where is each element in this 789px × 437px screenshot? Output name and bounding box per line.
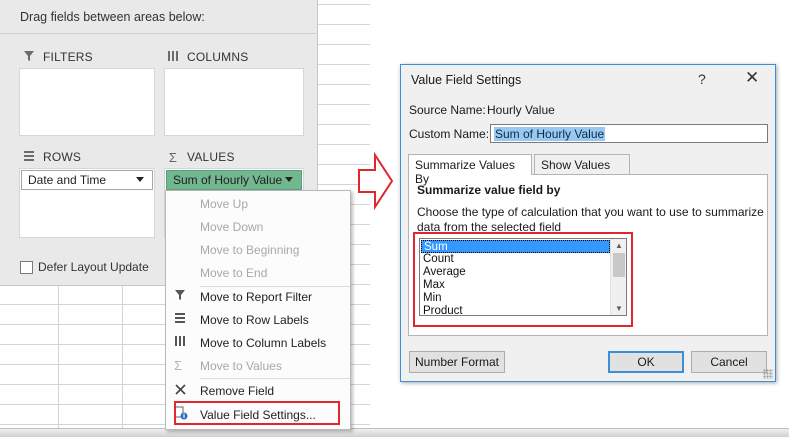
columns-label: COLUMNS — [187, 50, 249, 64]
chevron-down-icon[interactable] — [136, 177, 144, 182]
close-icon[interactable]: ✕ — [745, 68, 759, 88]
columns-icon — [164, 50, 182, 65]
rows-label: ROWS — [43, 150, 82, 164]
value-field-context-menu: Move Up Move Down Move to Beginning Move… — [165, 190, 351, 430]
menu-move-to-end[interactable]: Move to End — [166, 261, 350, 284]
rows-area-title: ROWS — [20, 148, 81, 166]
columns-drop-area[interactable] — [164, 68, 304, 136]
resize-grip[interactable] — [763, 369, 773, 379]
tab-summarize-values-by[interactable]: Summarize Values By — [408, 154, 532, 186]
defer-layout-checkbox[interactable] — [20, 261, 33, 274]
menu-move-to-beginning[interactable]: Move to Beginning — [166, 238, 350, 261]
filter-icon — [166, 289, 192, 304]
row-field-label: Date and Time — [28, 173, 107, 187]
sigma-icon: Σ — [168, 149, 178, 165]
menu-remove-field[interactable]: Remove Field — [166, 379, 350, 402]
menu-move-down[interactable]: Move Down — [166, 215, 350, 238]
filters-label: FILTERS — [43, 50, 93, 64]
menu-move-up[interactable]: Move Up — [166, 192, 350, 215]
value-field-chip[interactable]: Sum of Hourly Value — [166, 170, 302, 190]
menu-move-to-column-labels[interactable]: Move to Column Labels — [166, 331, 350, 354]
menu-move-to-values[interactable]: Σ Move to Values — [166, 354, 350, 377]
columns-area-title: COLUMNS — [164, 48, 248, 66]
arrow-right-icon — [358, 152, 394, 210]
sigma-icon: Σ — [174, 358, 183, 373]
menu-move-to-row-labels[interactable]: Move to Row Labels — [166, 308, 350, 331]
source-name-label: Source Name: — [409, 103, 486, 117]
number-format-button[interactable]: Number Format — [409, 351, 505, 373]
custom-name-value: Sum of Hourly Value — [494, 127, 606, 141]
sheet-bottom-edge — [0, 428, 789, 437]
defer-layout-label: Defer Layout Update — [38, 260, 149, 274]
value-field-label: Sum of Hourly Value — [173, 173, 283, 187]
values-label: VALUES — [187, 150, 235, 164]
filters-area-title: FILTERS — [20, 48, 93, 66]
rows-icon — [166, 312, 192, 327]
filter-icon — [20, 50, 38, 65]
value-field-settings-dialog: Value Field Settings ? ✕ Source Name: Ho… — [400, 64, 776, 382]
rows-drop-area[interactable]: Date and Time — [19, 168, 155, 238]
value-field-settings-highlight — [174, 401, 340, 425]
custom-name-label: Custom Name: — [409, 127, 490, 141]
values-area-title: Σ VALUES — [164, 148, 235, 166]
section-title: Summarize value field by — [417, 183, 561, 197]
row-field-chip[interactable]: Date and Time — [21, 170, 153, 190]
tab-show-values-as[interactable]: Show Values As — [534, 154, 630, 186]
pane-instruction: Drag fields between areas below: — [0, 0, 318, 34]
rows-icon — [20, 150, 38, 165]
source-name-value: Hourly Value — [487, 103, 555, 117]
menu-move-to-report-filter[interactable]: Move to Report Filter — [166, 285, 350, 308]
ok-button[interactable]: OK — [608, 351, 684, 373]
columns-icon — [166, 335, 192, 350]
description-line-1: Choose the type of calculation that you … — [417, 205, 764, 219]
custom-name-input[interactable]: Sum of Hourly Value — [490, 124, 768, 143]
function-list-highlight — [413, 232, 633, 327]
dialog-title: Value Field Settings — [411, 73, 522, 87]
remove-x-icon — [166, 383, 192, 399]
help-icon[interactable]: ? — [698, 71, 706, 87]
chevron-down-icon[interactable] — [285, 177, 293, 182]
filters-drop-area[interactable] — [19, 68, 155, 136]
cancel-button[interactable]: Cancel — [691, 351, 767, 373]
